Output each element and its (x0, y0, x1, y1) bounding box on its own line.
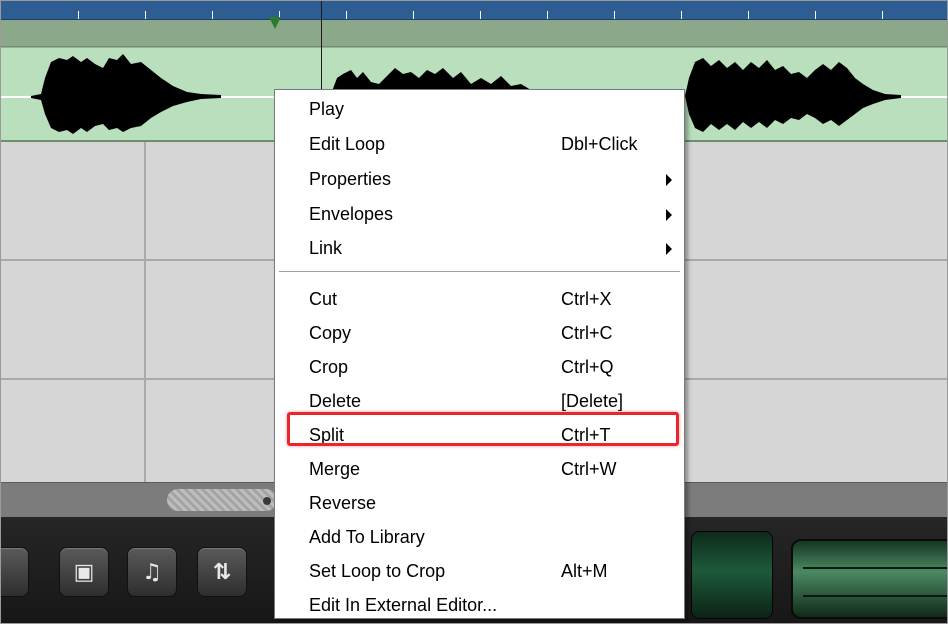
menu-item-label: Copy (309, 323, 352, 343)
menu-item-label: Reverse (309, 493, 377, 513)
menu-item-shortcut: Alt+M (561, 561, 608, 581)
menu-item-edit-in-external-editor[interactable]: Edit In External Editor... (277, 590, 680, 621)
menu-item-label: Delete (309, 391, 362, 411)
level-meter-panel (791, 539, 947, 619)
clip-context-menu: Play Edit Loop Dbl+Click Properties Enve… (274, 89, 685, 619)
lcd-panel (691, 531, 773, 619)
menu-item-cut[interactable]: Cut Ctrl+X (277, 284, 680, 315)
transport-button[interactable] (1, 547, 29, 597)
menu-item-link[interactable]: Link (277, 233, 680, 264)
scrollbar-thumb[interactable] (167, 489, 277, 511)
menu-item-shortcut: Ctrl+W (561, 459, 617, 479)
menu-item-label: Cut (309, 289, 338, 309)
ruler-tick (681, 11, 682, 19)
menu-item-label: Edit Loop (309, 134, 386, 154)
ruler-tick (815, 11, 816, 19)
locator-marker[interactable] (269, 17, 281, 29)
menu-item-add-to-library[interactable]: Add To Library (277, 522, 680, 553)
meter-divider (803, 567, 947, 569)
menu-item-label: Set Loop to Crop (309, 561, 446, 581)
submenu-arrow-icon (666, 243, 672, 255)
menu-item-shortcut: Ctrl+C (561, 323, 613, 343)
split-highlight-annotation (287, 412, 679, 446)
menu-item-copy[interactable]: Copy Ctrl+C (277, 318, 680, 349)
menu-item-label: Edit In External Editor... (309, 595, 498, 615)
menu-item-label: Add To Library (309, 527, 425, 547)
menu-separator (279, 271, 680, 273)
menu-item-label: Properties (309, 169, 392, 189)
daw-window: ▣ ♫ ⇅ Play Edit Loop Dbl+Click Propertie… (0, 0, 948, 624)
menu-item-set-loop-to-crop[interactable]: Set Loop to Crop Alt+M (277, 556, 680, 587)
menu-item-shortcut: [Delete] (561, 391, 624, 411)
loop-icon: ▣ (73, 559, 95, 585)
ruler-tick (413, 11, 414, 19)
metronome-icon: ♫ (142, 559, 162, 585)
menu-item-label: Crop (309, 357, 349, 377)
track-header-band[interactable] (1, 20, 947, 47)
submenu-arrow-icon (666, 174, 672, 186)
ruler-tick (614, 11, 615, 19)
menu-item-shortcut: Ctrl+X (561, 289, 612, 309)
menu-item-label: Link (309, 238, 343, 258)
ruler-tick (145, 11, 146, 19)
scrollbar-grip (263, 497, 271, 505)
timeline-ruler[interactable] (1, 1, 947, 20)
menu-item-play[interactable]: Play (277, 94, 680, 125)
menu-item-shortcut: Ctrl+Q (561, 357, 614, 377)
menu-item-crop[interactable]: Crop Ctrl+Q (277, 352, 680, 383)
import-export-button[interactable]: ⇅ (197, 547, 247, 597)
meter-divider (803, 595, 947, 597)
menu-item-merge[interactable]: Merge Ctrl+W (277, 454, 680, 485)
menu-item-envelopes[interactable]: Envelopes (277, 199, 680, 230)
menu-item-reverse[interactable]: Reverse (277, 488, 680, 519)
ruler-tick (346, 11, 347, 19)
import-export-icon: ⇅ (212, 559, 232, 585)
ruler-tick (212, 11, 213, 19)
ruler-tick (882, 11, 883, 19)
menu-item-properties[interactable]: Properties (277, 164, 680, 195)
menu-item-label: Merge (309, 459, 361, 479)
menu-item-edit-loop[interactable]: Edit Loop Dbl+Click (277, 129, 680, 160)
loop-button[interactable]: ▣ (59, 547, 109, 597)
metronome-button[interactable]: ♫ (127, 547, 177, 597)
ruler-tick (547, 11, 548, 19)
submenu-arrow-icon (666, 209, 672, 221)
ruler-tick (480, 11, 481, 19)
menu-item-label: Envelopes (309, 204, 394, 224)
ruler-tick (78, 11, 79, 19)
menu-item-label: Play (309, 99, 345, 119)
menu-item-shortcut: Dbl+Click (561, 134, 638, 154)
ruler-tick (748, 11, 749, 19)
grid-divider (144, 142, 146, 482)
